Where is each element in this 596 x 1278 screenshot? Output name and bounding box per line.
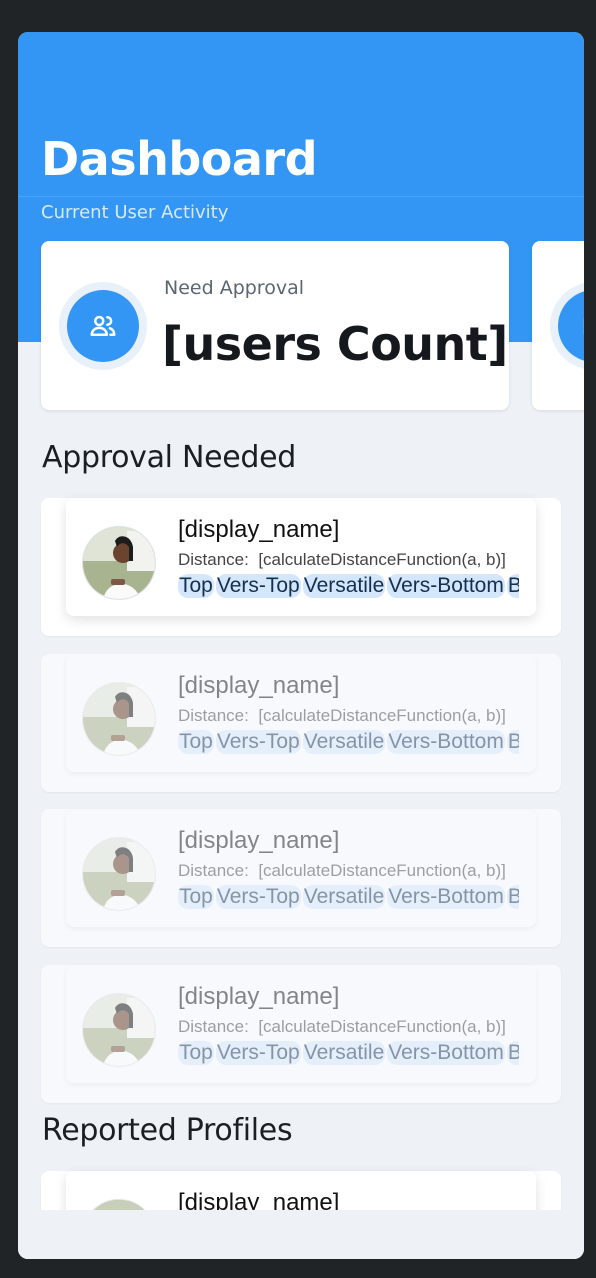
distance-line: Distance: [calculateDistanceFunction(a, … [178,861,519,881]
user-card[interactable]: [display_name] Distance: [calculateDistan… [66,965,536,1083]
user-card[interactable]: [display_name] Distance: [calculateDistan… [66,498,536,616]
position-tag: Vers-Bottom [387,730,505,754]
position-tag: Vers-Top [215,885,301,909]
card-icon [583,317,584,335]
position-tags: TopVers-TopVersatileVers-BottomBottom [178,574,519,598]
display-name: [display_name] [178,516,340,543]
avatar [82,993,156,1067]
approval-row[interactable]: [display_name] Distance: [calculateDistan… [41,809,561,947]
page-title: Dashboard [41,132,318,186]
position-tag: Vers-Bottom [387,885,505,909]
avatar [82,837,156,911]
avatar [82,682,156,756]
position-tag: Versatile [302,730,386,754]
avatar [82,526,156,600]
position-tag: Versatile [302,574,386,598]
distance-line: Distance: [calculateDistanceFunction(a, … [178,550,519,570]
position-tags: TopVers-TopVersatileVers-BottomBottom [178,730,519,754]
distance-label: Distance: [178,1017,249,1036]
position-tag: Vers-Top [215,1041,301,1065]
distance-value: [calculateDistanceFunction(a, b)] [258,1017,506,1036]
distance-label: Distance: [178,550,249,569]
position-tag: Top [178,1041,214,1065]
page-subtitle: Current User Activity [41,202,229,223]
stat-value: [users Count] [162,317,508,371]
position-tag: Bottom [506,885,519,909]
bottom-bar-area [18,1210,584,1259]
display-name: [display_name] [178,983,340,1010]
position-tag: Top [178,885,214,909]
position-tag: Vers-Bottom [387,574,505,598]
distance-value: [calculateDistanceFunction(a, b)] [258,706,506,725]
display-name: [display_name] [178,672,340,699]
distance-value: [calculateDistanceFunction(a, b)] [258,550,506,569]
card-icon-badge [550,282,584,370]
position-tag: Top [178,574,214,598]
users-icon-badge [59,282,147,370]
position-tags: TopVers-TopVersatileVers-BottomBottom [178,885,519,909]
stat-label: Need Approval [164,277,304,299]
user-card[interactable]: [display_name] Distance: [calculateDistan… [66,654,536,772]
header-divider [18,196,584,197]
approval-row[interactable]: [display_name] Distance: [calculateDistan… [41,965,561,1103]
position-tag: Vers-Top [215,574,301,598]
approval-section-title: Approval Needed [42,440,297,475]
position-tag: Bottom [506,574,519,598]
position-tag: Bottom [506,730,519,754]
display-name: [display_name] [178,827,340,854]
distance-label: Distance: [178,861,249,880]
reported-section-title: Reported Profiles [42,1113,293,1148]
position-tag: Versatile [302,885,386,909]
position-tag: Top [178,730,214,754]
distance-label: Distance: [178,706,249,725]
position-tag: Vers-Bottom [387,1041,505,1065]
users-icon [90,315,116,336]
approval-row[interactable]: [display_name] Distance: [calculateDistan… [41,498,561,636]
distance-line: Distance: [calculateDistanceFunction(a, … [178,1017,519,1037]
need-approval-card[interactable]: Need Approval [users Count] [41,241,509,410]
distance-line: Distance: [calculateDistanceFunction(a, … [178,706,519,726]
position-tag: Vers-Top [215,730,301,754]
app-screen: Dashboard Current User Activity Need App… [18,32,584,1259]
distance-value: [calculateDistanceFunction(a, b)] [258,861,506,880]
position-tag: Versatile [302,1041,386,1065]
position-tags: TopVers-TopVersatileVers-BottomBottom [178,1041,519,1065]
next-stat-card[interactable] [532,241,584,410]
user-card[interactable]: [display_name] Distance: [calculateDistan… [66,809,536,927]
position-tag: Bottom [506,1041,519,1065]
approval-row[interactable]: [display_name] Distance: [calculateDistan… [41,654,561,792]
